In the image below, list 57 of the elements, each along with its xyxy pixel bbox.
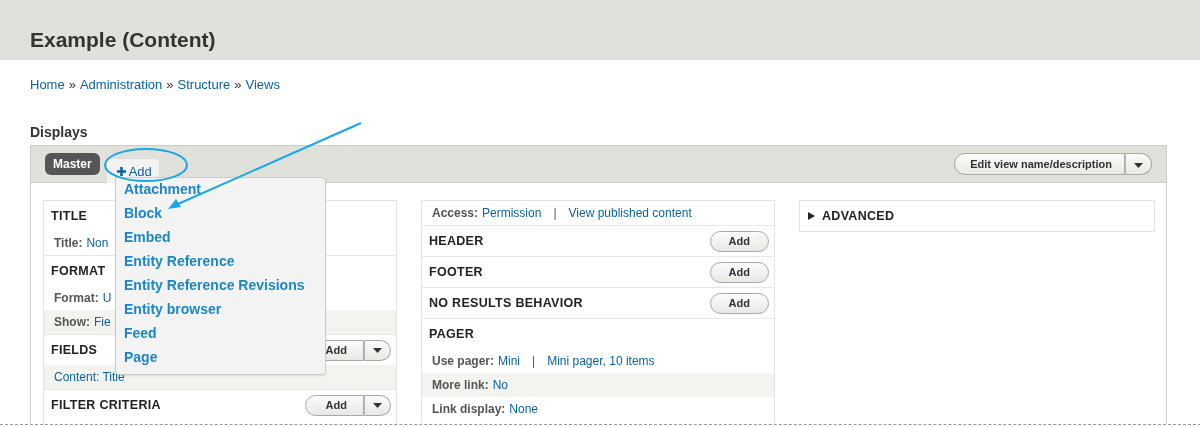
- setting-link[interactable]: None: [509, 402, 539, 416]
- add-button[interactable]: Add: [709, 261, 769, 283]
- breadcrumb-separator: »: [234, 77, 242, 93]
- setting-label: Show:: [54, 315, 90, 329]
- section-title: HEADER: [429, 234, 484, 248]
- menu-item[interactable]: Block: [116, 202, 171, 226]
- setting-link[interactable]: Non: [86, 236, 109, 250]
- dropdown-button[interactable]: [364, 394, 391, 416]
- separator: |: [553, 206, 557, 220]
- setting-label: Use pager:: [432, 354, 495, 368]
- setting-link[interactable]: U: [102, 291, 112, 305]
- advanced-panel[interactable]: ADVANCED: [799, 200, 1155, 232]
- dropdown-button[interactable]: [1125, 153, 1152, 175]
- setting-link[interactable]: Permission: [482, 206, 542, 220]
- caret-icon: [373, 402, 382, 408]
- section-title: FOOTER: [429, 265, 483, 279]
- menu-item[interactable]: Embed: [116, 226, 179, 250]
- setting-link[interactable]: Fie: [94, 315, 111, 329]
- setting-label: Link display:: [432, 402, 506, 416]
- section-heading: Displays: [30, 124, 88, 140]
- edit-button[interactable]: Edit view name/description: [954, 153, 1125, 175]
- setting-label: Access:: [432, 206, 479, 220]
- section-title: FIELDS: [51, 343, 98, 357]
- breadcrumb-separator: »: [68, 77, 76, 93]
- setting-link[interactable]: Mini pager, 10 items: [547, 354, 655, 368]
- breadcrumb-separator: »: [166, 77, 174, 93]
- menu-item[interactable]: Entity Reference: [116, 250, 243, 274]
- caret-icon: [1134, 163, 1143, 168]
- breadcrumb-link[interactable]: Administration: [79, 77, 163, 93]
- breadcrumb-link[interactable]: Structure: [177, 77, 231, 93]
- menu-item[interactable]: Feed: [116, 322, 165, 346]
- dropdown-button[interactable]: [364, 339, 391, 361]
- caret-icon: [373, 347, 382, 353]
- add-button[interactable]: Add: [709, 230, 769, 252]
- plus-icon: [116, 166, 126, 176]
- setting-label: Title:: [54, 236, 83, 250]
- section-title: FORMAT: [51, 264, 106, 278]
- setting-link[interactable]: Mini: [498, 354, 521, 368]
- breadcrumb-link[interactable]: Home: [30, 77, 65, 93]
- display-tab[interactable]: Master: [45, 153, 100, 175]
- add-button[interactable]: Add: [304, 394, 364, 416]
- section-title: NO RESULTS BEHAVIOR: [429, 296, 583, 310]
- page-title: Example (Content): [30, 27, 216, 53]
- section-title: FILTER CRITERIA: [51, 398, 161, 412]
- setting-link[interactable]: No: [492, 378, 508, 392]
- section-title: PAGER: [429, 327, 475, 341]
- separator: |: [532, 354, 536, 368]
- setting-label: More link:: [432, 378, 489, 392]
- section-title: TITLE: [51, 209, 88, 223]
- add-button[interactable]: Add: [709, 292, 769, 314]
- section-title: ADVANCED: [822, 209, 895, 223]
- menu-item[interactable]: Entity browser: [116, 298, 230, 322]
- menu-item[interactable]: Page: [116, 346, 166, 370]
- breadcrumb-link[interactable]: Views: [245, 77, 280, 93]
- menu-item[interactable]: Entity Reference Revisions: [116, 274, 313, 298]
- setting-label: Format:: [54, 291, 99, 305]
- setting-link[interactable]: View published content: [568, 206, 692, 220]
